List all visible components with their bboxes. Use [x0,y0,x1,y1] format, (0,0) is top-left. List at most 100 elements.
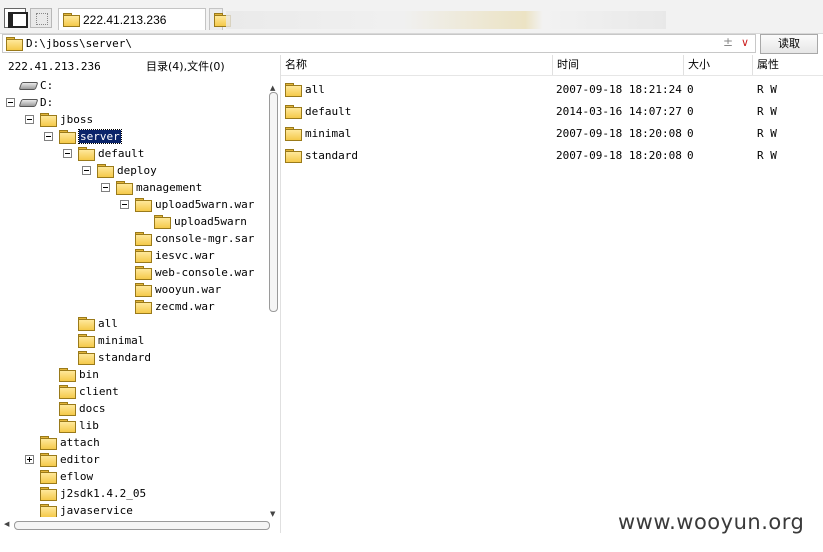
folder-icon [135,299,152,314]
tree-item[interactable]: all [78,315,118,331]
tree-item[interactable]: jboss [40,111,93,127]
collapse-icon[interactable] [44,132,53,141]
folder-icon [285,148,302,163]
dir-file-count: 目录(4),文件(0) [146,60,225,73]
tree-item[interactable]: standard [78,349,151,365]
column-size[interactable]: 大小 [684,55,753,75]
tree-item-label: management [136,180,203,194]
folder-icon [40,503,57,517]
tree-item[interactable]: docs [59,400,106,416]
column-attr[interactable]: 属性 [753,55,823,75]
collapse-icon[interactable] [6,98,15,107]
scroll-left-icon[interactable]: ◀ [4,520,9,528]
list-header: 名称 时间 大小 属性 [281,55,823,76]
path-input[interactable]: D:\jboss\server\ ± ∨ [2,34,756,53]
folder-icon [78,316,95,331]
table-row[interactable]: standard 2007-09-18 18:20:08 0 R W [281,145,823,165]
new-tab-icon[interactable] [30,8,52,28]
tab-active[interactable]: 222.41.213.236 [58,8,206,30]
row-attr: R W [757,126,777,140]
tree-item-label: bin [79,367,99,381]
collapse-icon[interactable] [120,200,129,209]
tree-item[interactable]: console-mgr.sar [135,230,254,246]
tree-item-label: all [98,316,118,330]
row-attr: R W [757,104,777,118]
tree-item[interactable]: editor [40,451,100,467]
tree-item[interactable]: lib [59,417,99,433]
tree-item-label: C: [40,78,54,92]
expand-icon[interactable] [25,455,34,464]
tree-item-label: client [79,384,119,398]
tree-item[interactable]: zecmd.war [135,298,215,314]
tree-item-label: javaservice [60,503,133,517]
tree-item-label: wooyun.war [155,282,222,296]
tree-item[interactable]: deploy [97,162,157,178]
row-time: 2014-03-16 14:07:27 [556,104,682,118]
folder-icon [78,146,95,161]
tree-item[interactable]: eflow [40,468,93,484]
row-attr: R W [757,148,777,162]
tree-item[interactable]: attach [40,434,100,450]
row-size: 0 [687,104,694,118]
scroll-thumb[interactable] [14,521,270,530]
folder-icon [59,384,76,399]
collapse-icon[interactable] [101,183,110,192]
tree-item[interactable]: client [59,383,119,399]
column-name[interactable]: 名称 [281,55,553,75]
row-size: 0 [687,126,694,140]
directory-tree: C: D: jboss server default deploy manage… [0,77,268,517]
collapse-icon[interactable] [82,166,91,175]
scroll-up-icon[interactable]: ▲ [270,84,275,92]
column-time[interactable]: 时间 [553,55,684,75]
folder-icon [116,180,133,195]
tree-item[interactable]: bin [59,366,99,382]
tree-item-label: jboss [60,112,94,126]
tree-item[interactable]: web-console.war [135,264,254,280]
collapse-icon[interactable] [25,115,34,124]
tree-item-selected[interactable]: server [59,128,122,144]
tab-bar: 222.41.213.236 [0,0,823,34]
tree-item[interactable]: javaservice [40,502,133,517]
panel-toggle-icon[interactable] [4,8,28,28]
row-name: all [305,82,325,96]
folder-icon [40,435,57,450]
row-size: 0 [687,148,694,162]
folder-icon [285,126,302,141]
row-name: standard [305,148,358,162]
tree-item[interactable]: default [78,145,144,161]
folder-icon [135,197,152,212]
tree-item-label: eflow [60,469,94,483]
plus-minus-icon[interactable]: ± [723,35,733,49]
chevron-down-icon[interactable]: ∨ [741,36,749,49]
table-row[interactable]: minimal 2007-09-18 18:20:08 0 R W [281,123,823,143]
collapse-icon[interactable] [63,149,72,158]
tree-item[interactable]: D: [20,94,53,110]
tree-vertical-scrollbar[interactable]: ▲ ▼ [268,84,280,520]
table-row[interactable]: all 2007-09-18 18:21:24 0 R W [281,79,823,99]
blurred-tabs [226,11,666,29]
address-bar: D:\jboss\server\ ± ∨ 读取 [0,34,823,54]
scroll-thumb[interactable] [269,92,278,312]
tree-item[interactable]: upload5warn.war [135,196,254,212]
read-button[interactable]: 读取 [760,34,818,54]
row-name: minimal [305,126,352,140]
tree-item[interactable]: wooyun.war [135,281,221,297]
folder-icon [6,37,23,51]
tree-item[interactable]: upload5warn [154,213,247,229]
tree-item[interactable]: minimal [78,332,144,348]
tree-horizontal-scrollbar[interactable]: ◀ [4,519,270,531]
scroll-down-icon[interactable]: ▼ [270,510,275,518]
tree-item-label: default [98,146,145,160]
tree-item[interactable]: C: [20,77,53,93]
tree-item[interactable]: management [116,179,202,195]
folder-icon [59,129,76,144]
tree-item[interactable]: j2sdk1.4.2_05 [40,485,146,501]
tree-item[interactable]: iesvc.war [135,247,215,263]
folder-icon [154,214,171,229]
row-time: 2007-09-18 18:21:24 [556,82,682,96]
folder-icon [40,469,57,484]
tab-inactive[interactable] [209,8,231,30]
table-row[interactable]: default 2014-03-16 14:07:27 0 R W [281,101,823,121]
folder-icon [78,350,95,365]
tree-item-label: D: [40,95,54,109]
